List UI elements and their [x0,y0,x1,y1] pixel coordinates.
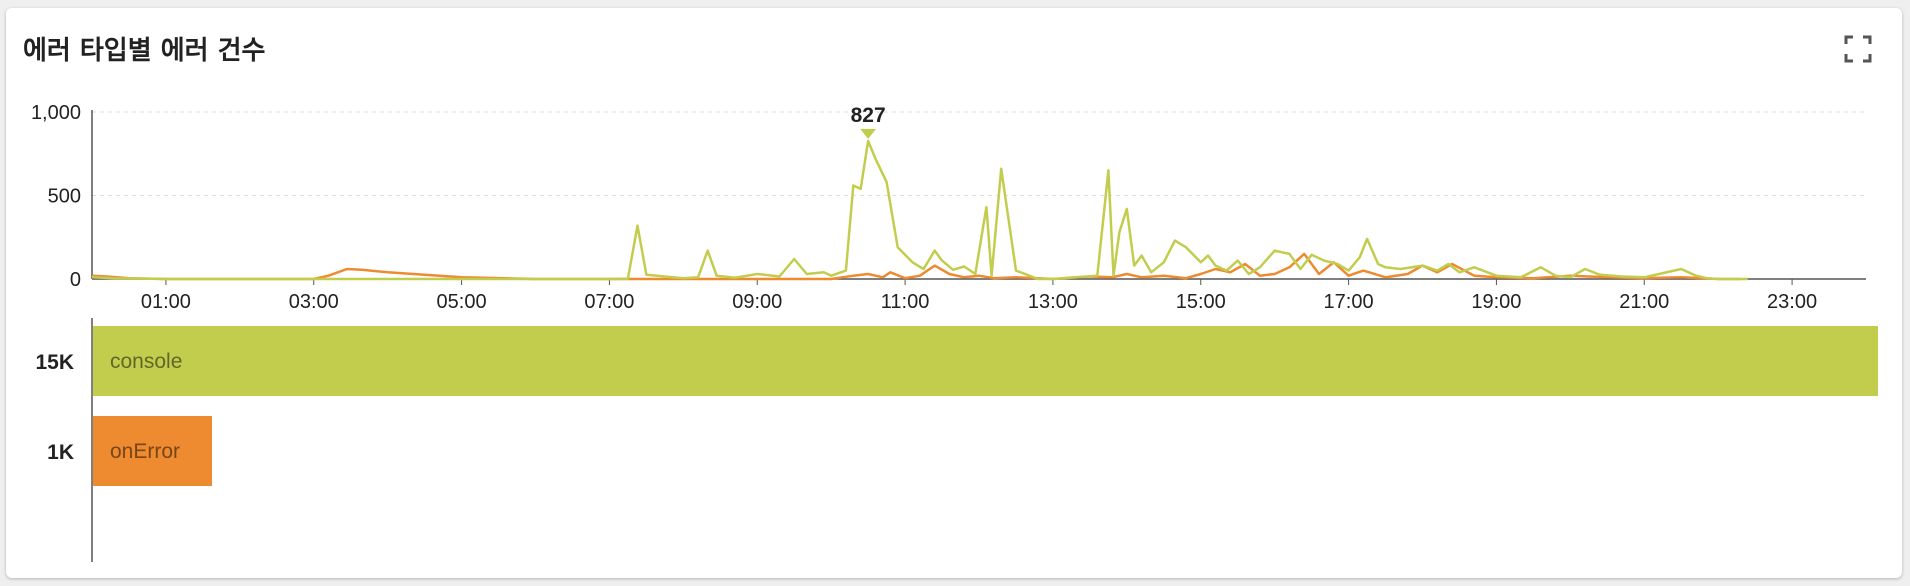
bar-value-onError: 1K [47,441,74,464]
bar-label-onError: onError [110,440,180,463]
y-tick-label: 1,000 [31,102,81,124]
y-tick-label: 500 [48,186,81,208]
bar-console [93,326,1878,396]
series-line-console [91,139,1748,281]
x-tick-label: 13:00 [1028,291,1078,313]
bar-series-layer: console 15K onError 1K [35,326,1878,486]
x-tick-label: 01:00 [141,291,191,313]
error-chart-area: 0 500 1,000 01:00 03:00 05:00 07:00 09:00 11:00 1… [31,102,1878,562]
x-tick-label: 15:00 [1176,291,1226,313]
x-tick-label: 23:00 [1767,291,1817,313]
x-tick-label: 19:00 [1471,291,1521,313]
bar-label-console: console [110,350,182,373]
bar-value-console: 15K [35,351,74,374]
peak-label: 827 [851,104,886,127]
y-tick-label: 0 [70,269,81,291]
annotation-layer: 827 [851,104,886,139]
grid-lines [92,111,1866,196]
x-tick-label: 03:00 [289,291,339,313]
x-tick-label: 07:00 [584,291,634,313]
x-tick-label: 05:00 [437,291,487,313]
x-tick-label: 21:00 [1619,291,1669,313]
peak-marker [860,128,877,139]
x-tick-label: 17:00 [1324,291,1374,313]
x-tick-label: 11:00 [881,291,930,313]
x-tick-label: 09:00 [732,291,782,313]
line-series-layer [91,139,1748,281]
